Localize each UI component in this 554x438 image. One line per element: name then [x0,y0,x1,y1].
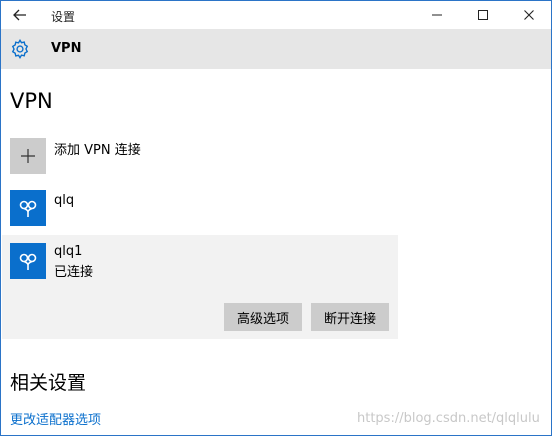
title-bar: 设置 [1,1,551,29]
minimize-icon [432,14,442,16]
advanced-options-button[interactable]: 高级选项 [224,303,302,331]
plus-icon [21,149,35,163]
connection-status: 已连接 [54,265,94,280]
settings-window: 设置 VPN VPN 添加 VPN 连接 qlq qlq1 已连接 高级选项 断… [0,0,552,436]
page-title: VPN [10,89,53,113]
back-arrow-icon [13,9,26,21]
add-vpn-label[interactable]: 添加 VPN 连接 [54,139,141,158]
vpn-icon [19,200,37,217]
maximize-button[interactable] [460,1,506,29]
header-title: VPN [51,41,82,56]
vpn-connection-tile[interactable] [10,243,46,279]
close-button[interactable] [506,1,552,29]
maximize-icon [478,10,488,20]
vpn-connection-tile[interactable] [10,190,46,226]
vpn-icon [19,253,37,270]
header-bar: VPN [1,29,551,69]
disconnect-button[interactable]: 断开连接 [311,303,389,331]
add-vpn-button[interactable] [10,138,46,174]
window-title: 设置 [51,10,76,24]
minimize-button[interactable] [414,1,460,29]
gear-icon [11,38,29,60]
connection-name[interactable]: qlq1 [54,244,82,259]
change-adapter-options-link[interactable]: 更改适配器选项 [10,409,101,428]
close-icon [524,10,534,20]
watermark: https://blog.csdn.net/qlqlulu [357,411,540,426]
connection-name[interactable]: qlq [54,193,74,208]
related-settings-title: 相关设置 [10,372,87,394]
back-button[interactable] [9,5,31,25]
